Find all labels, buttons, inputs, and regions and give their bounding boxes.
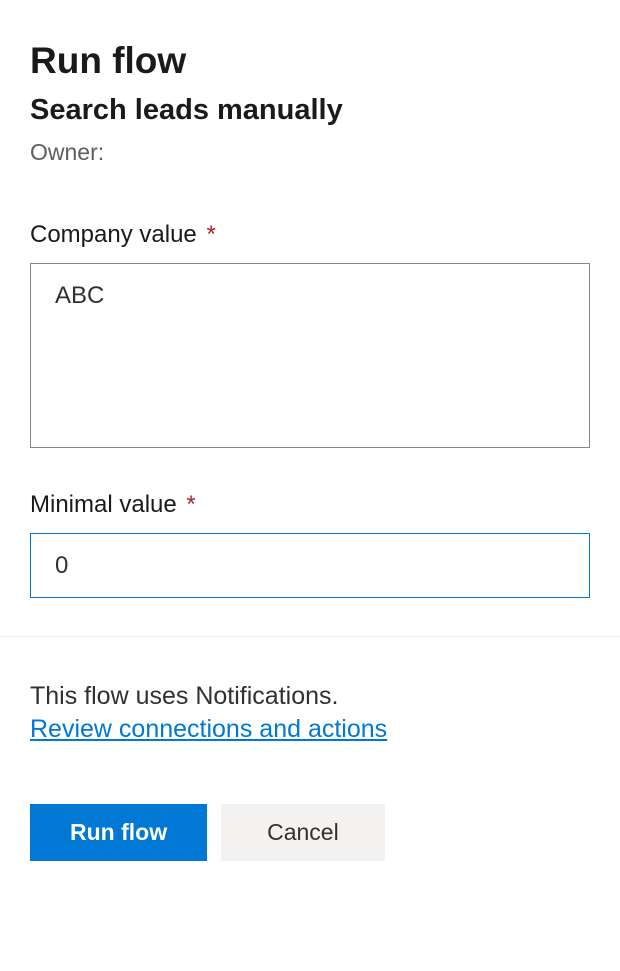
minimal-value-label: Minimal value * bbox=[30, 491, 590, 519]
page-title: Run flow bbox=[30, 40, 590, 82]
review-connections-link[interactable]: Review connections and actions bbox=[30, 715, 387, 744]
required-asterisk: * bbox=[206, 221, 215, 248]
minimal-value-input[interactable] bbox=[30, 533, 590, 598]
company-value-label: Company value * bbox=[30, 221, 590, 249]
company-value-input[interactable]: ABC bbox=[30, 263, 590, 448]
minimal-value-label-text: Minimal value bbox=[30, 491, 177, 518]
cancel-button[interactable]: Cancel bbox=[221, 804, 385, 861]
minimal-value-field-group: Minimal value * bbox=[30, 491, 590, 598]
flow-name: Search leads manually bbox=[30, 94, 590, 127]
notification-text: This flow uses Notifications. bbox=[30, 682, 590, 711]
owner-label: Owner: bbox=[30, 139, 590, 166]
button-row: Run flow Cancel bbox=[30, 804, 590, 861]
run-flow-button[interactable]: Run flow bbox=[30, 804, 207, 861]
required-asterisk: * bbox=[186, 491, 195, 518]
footer-section: This flow uses Notifications. Review con… bbox=[30, 637, 590, 861]
company-value-field-group: Company value * ABC bbox=[30, 221, 590, 453]
company-value-label-text: Company value bbox=[30, 221, 197, 248]
